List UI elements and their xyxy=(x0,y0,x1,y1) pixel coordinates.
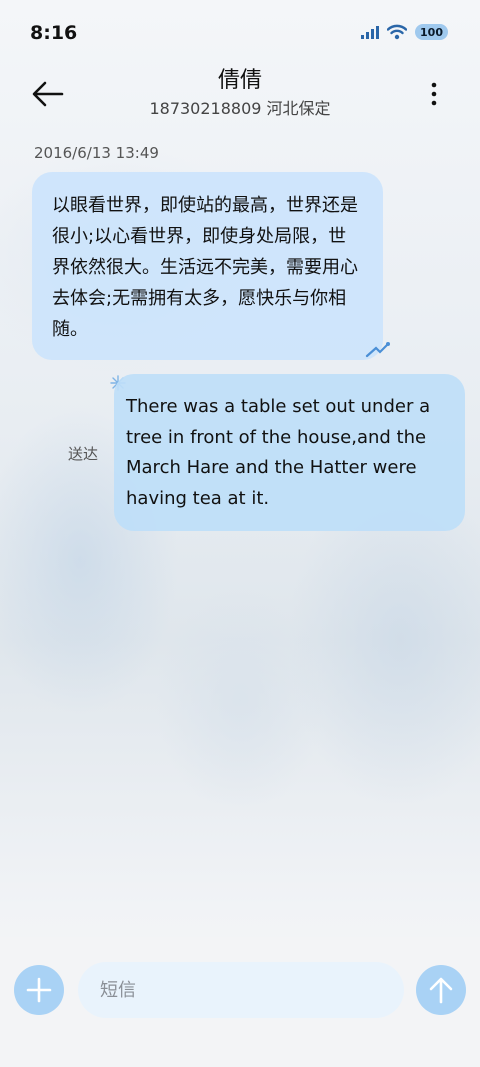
outgoing-message-bubble[interactable]: There was a table set out under a tree i… xyxy=(114,374,465,531)
contact-title[interactable]: 倩倩 18730218809 河北保定 xyxy=(80,66,400,122)
contact-name: 倩倩 xyxy=(217,68,262,93)
plus-icon xyxy=(26,977,52,1003)
delivery-status: 送达 xyxy=(68,445,99,463)
conversation-header: 倩倩 18730218809 河北保定 xyxy=(0,64,480,128)
add-attachment-button[interactable] xyxy=(14,965,64,1015)
message-input[interactable] xyxy=(100,979,404,1001)
contact-phone-location: 18730218809 河北保定 xyxy=(149,99,331,118)
more-vertical-icon xyxy=(431,82,437,106)
composer-bar xyxy=(0,937,480,1067)
arrow-left-icon xyxy=(32,81,64,107)
status-bar: 8:16 100 xyxy=(0,0,480,64)
sparkle-decoration-icon xyxy=(365,342,390,358)
battery-icon: 100 xyxy=(415,24,448,40)
back-button[interactable] xyxy=(28,78,68,110)
send-button[interactable] xyxy=(416,965,466,1015)
status-time: 8:16 xyxy=(30,22,78,44)
incoming-message-bubble[interactable]: 以眼看世界，即使站的最高，世界还是很小;以心看世界，即使身处局限，世界依然很大。… xyxy=(32,172,383,360)
message-timestamp: 2016/6/13 13:49 xyxy=(34,144,159,162)
arrow-up-icon xyxy=(429,977,453,1004)
status-icons: 100 xyxy=(361,24,448,40)
wifi-icon xyxy=(387,24,408,40)
more-options-button[interactable] xyxy=(422,78,446,110)
signal-icon xyxy=(361,25,380,39)
message-input-container[interactable] xyxy=(78,962,404,1018)
